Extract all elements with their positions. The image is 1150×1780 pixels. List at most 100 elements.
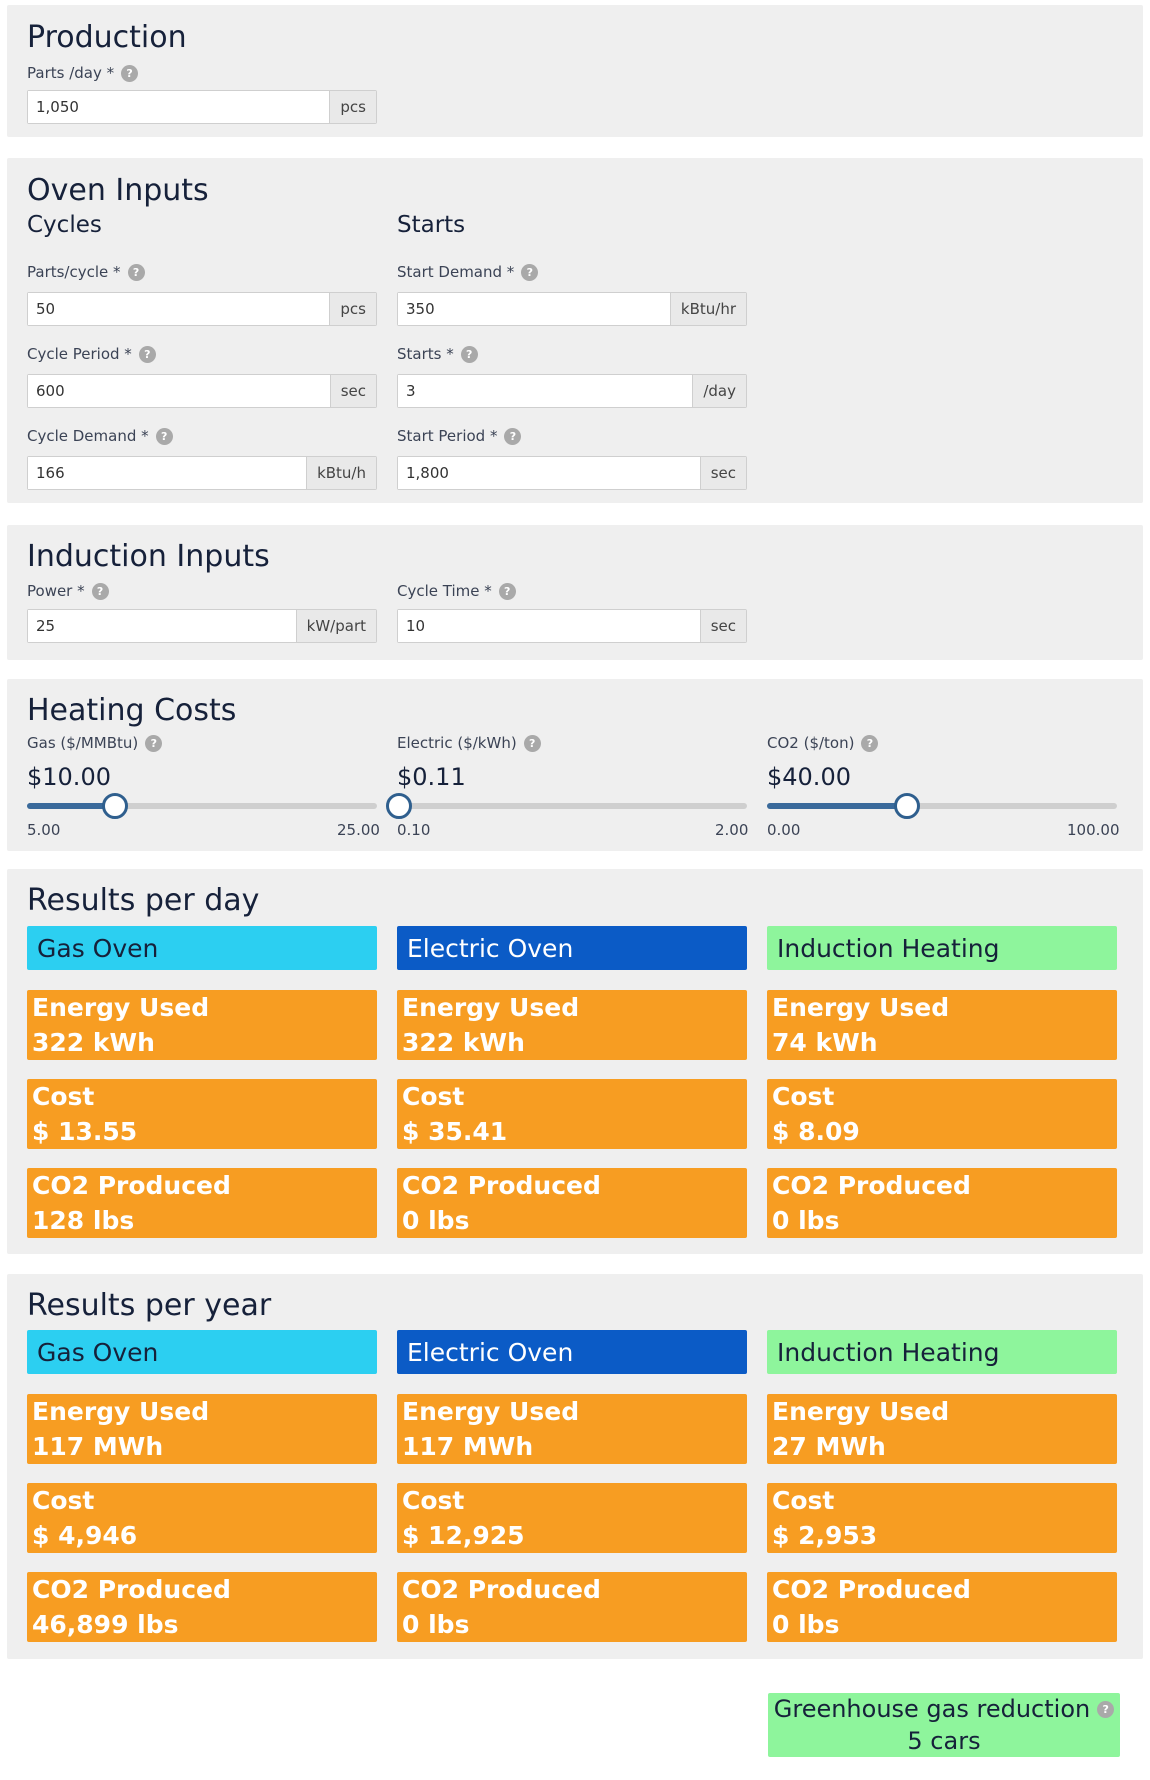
gas-price-slider[interactable] xyxy=(27,793,377,819)
cycle-demand-input[interactable]: 166 xyxy=(28,457,307,489)
induction-inputs-title: Induction Inputs xyxy=(27,539,270,574)
starts-label: Starts * ? xyxy=(397,344,478,364)
co2-value: 0 lbs xyxy=(772,1610,840,1639)
cycle-demand-field[interactable]: 166 kBtu/h xyxy=(27,456,377,490)
co2-price-slider[interactable] xyxy=(767,793,1117,819)
co2-label: CO2 Produced xyxy=(772,1171,971,1200)
energy-value: 117 MWh xyxy=(32,1432,164,1461)
cost-label: Cost xyxy=(772,1486,835,1515)
help-icon[interactable]: ? xyxy=(155,427,173,445)
energy-label: Energy Used xyxy=(32,993,210,1022)
co2-price-slider-thumb[interactable] xyxy=(894,793,920,819)
production-title: Production xyxy=(27,20,187,55)
co2-price-slider-fill xyxy=(767,803,907,809)
help-icon[interactable]: ? xyxy=(504,427,522,445)
help-icon[interactable]: ? xyxy=(1097,1700,1115,1718)
induction-inputs-panel: Induction Inputs Power * ? 25 kW/part Cy… xyxy=(7,525,1143,660)
electric-oven-cost-card: Cost $ 35.41 xyxy=(397,1079,747,1149)
energy-label: Energy Used xyxy=(402,993,580,1022)
start-demand-label: Start Demand * ? xyxy=(397,262,539,282)
gas-oven-cost-card: Cost $ 13.55 xyxy=(27,1079,377,1149)
production-panel: Production Parts /day * ? 1,050 pcs xyxy=(7,5,1143,137)
electric-price-slider[interactable] xyxy=(385,793,747,819)
co2-value: 128 lbs xyxy=(32,1206,135,1235)
induction-energy-card: Energy Used 27 MWh xyxy=(767,1394,1117,1464)
greenhouse-gas-reduction-label: Greenhouse gas reduction xyxy=(773,1695,1091,1723)
start-period-label: Start Period * ? xyxy=(397,426,522,446)
gas-price-min: 5.00 xyxy=(27,821,61,839)
energy-label: Energy Used xyxy=(772,993,950,1022)
cycle-period-input[interactable]: 600 xyxy=(28,375,330,407)
help-icon[interactable]: ? xyxy=(460,345,478,363)
electric-oven-energy-card: Energy Used 117 MWh xyxy=(397,1394,747,1464)
parts-per-cycle-input[interactable]: 50 xyxy=(28,293,330,325)
parts-per-cycle-label: Parts/cycle * ? xyxy=(27,262,145,282)
start-period-unit: sec xyxy=(699,457,746,489)
parts-per-cycle-field[interactable]: 50 pcs xyxy=(27,292,377,326)
parts-per-day-field[interactable]: 1,050 pcs xyxy=(27,90,377,124)
start-demand-field[interactable]: 350 kBtu/hr xyxy=(397,292,747,326)
start-demand-unit: kBtu/hr xyxy=(669,293,746,325)
cycle-time-label: Cycle Time * ? xyxy=(397,581,516,601)
cost-value: $ 35.41 xyxy=(402,1117,508,1146)
cycle-period-field[interactable]: 600 sec xyxy=(27,374,377,408)
cost-value: $ 8.09 xyxy=(772,1117,860,1146)
co2-label: CO2 Produced xyxy=(402,1171,601,1200)
gas-price-slider-thumb[interactable] xyxy=(101,793,128,819)
help-icon[interactable]: ? xyxy=(121,64,139,82)
energy-label: Energy Used xyxy=(32,1397,210,1426)
starts-input[interactable]: 3 xyxy=(398,375,693,407)
gas-oven-energy-card: Energy Used 322 kWh xyxy=(27,990,377,1060)
results-per-year-title: Results per year xyxy=(27,1288,272,1323)
electric-price-slider-thumb[interactable] xyxy=(385,793,412,819)
cycle-demand-unit: kBtu/h xyxy=(306,457,376,489)
induction-co2-card: CO2 Produced 0 lbs xyxy=(767,1168,1117,1238)
oven-inputs-title: Oven Inputs xyxy=(27,173,209,208)
cost-label: Cost xyxy=(402,1082,465,1111)
induction-cost-card: Cost $ 8.09 xyxy=(767,1079,1117,1149)
greenhouse-gas-reduction-value: 5 cars xyxy=(907,1727,981,1755)
help-icon[interactable]: ? xyxy=(145,734,163,752)
cost-value: $ 4,946 xyxy=(32,1521,138,1550)
help-icon[interactable]: ? xyxy=(127,263,145,281)
electric-price-max: 2.00 xyxy=(715,821,749,839)
cycle-time-unit: sec xyxy=(699,610,746,642)
electric-oven-cost-card: Cost $ 12,925 xyxy=(397,1483,747,1553)
cycle-time-field[interactable]: 10 sec xyxy=(397,609,747,643)
results-per-day-panel: Results per day Gas Oven Electric Oven I… xyxy=(7,869,1143,1254)
heating-costs-title: Heating Costs xyxy=(27,693,237,728)
co2-price-max: 100.00 xyxy=(1067,821,1120,839)
help-icon[interactable]: ? xyxy=(521,263,539,281)
help-icon[interactable]: ? xyxy=(91,582,109,600)
induction-heating-header: Induction Heating xyxy=(767,926,1117,970)
electric-price-label: Electric ($/kWh) ? xyxy=(397,733,541,753)
cycle-time-input[interactable]: 10 xyxy=(398,610,700,642)
co2-label: CO2 Produced xyxy=(32,1575,231,1604)
power-field[interactable]: 25 kW/part xyxy=(27,609,377,643)
energy-value: 117 MWh xyxy=(402,1432,534,1461)
help-icon[interactable]: ? xyxy=(861,734,879,752)
help-icon[interactable]: ? xyxy=(498,582,516,600)
cycle-demand-label: Cycle Demand * ? xyxy=(27,426,173,446)
electric-oven-header: Electric Oven xyxy=(397,926,747,970)
energy-value: 322 kWh xyxy=(32,1028,155,1057)
cycle-period-unit: sec xyxy=(329,375,376,407)
start-demand-input[interactable]: 350 xyxy=(398,293,670,325)
help-icon[interactable]: ? xyxy=(138,345,156,363)
greenhouse-gas-reduction-label-row: Greenhouse gas reduction ? xyxy=(768,1694,1120,1724)
gas-price-max: 25.00 xyxy=(337,821,380,839)
parts-per-day-input[interactable]: 1,050 xyxy=(28,91,330,123)
start-period-input[interactable]: 1,800 xyxy=(398,457,700,489)
starts-field[interactable]: 3 /day xyxy=(397,374,747,408)
cost-label: Cost xyxy=(402,1486,465,1515)
start-period-field[interactable]: 1,800 sec xyxy=(397,456,747,490)
energy-label: Energy Used xyxy=(402,1397,580,1426)
cost-value: $ 2,953 xyxy=(772,1521,878,1550)
cost-value: $ 13.55 xyxy=(32,1117,138,1146)
results-per-year-panel: Results per year Gas Oven Electric Oven … xyxy=(7,1274,1143,1659)
gas-oven-cost-card: Cost $ 4,946 xyxy=(27,1483,377,1553)
help-icon[interactable]: ? xyxy=(523,734,541,752)
co2-price-value: $40.00 xyxy=(767,763,851,791)
power-input[interactable]: 25 xyxy=(28,610,296,642)
power-unit: kW/part xyxy=(295,610,376,642)
